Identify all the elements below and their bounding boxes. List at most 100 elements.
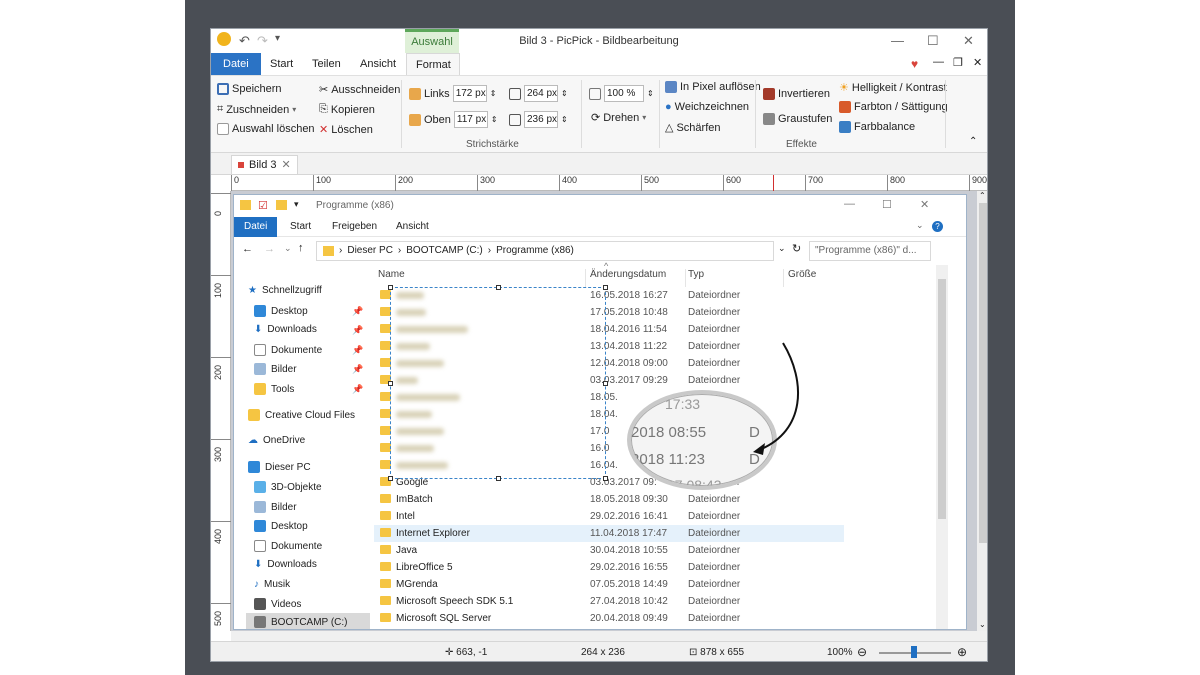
explorer-tab-ansicht: Ansicht: [396, 221, 429, 232]
crop-button[interactable]: ⌗ Zuschneiden ▾: [217, 103, 296, 116]
zoom-slider-thumb[interactable]: [911, 646, 917, 658]
ribbon-body: Speichern ⌗ Zuschneiden ▾ Auswahl löschen …: [211, 75, 987, 153]
canvas-vertical-scrollbar[interactable]: ⌃ ⌄: [977, 191, 987, 631]
explorer-search: "Programme (x86)" d...: [809, 241, 931, 261]
soften-button[interactable]: ● Weichzeichnen: [665, 101, 749, 113]
folder-icon: [276, 200, 287, 210]
hue-label: Farbton / Sättigung: [854, 101, 948, 113]
rotate-button[interactable]: ⟳ Drehen ▾: [591, 111, 646, 125]
canvas-horizontal-scrollbar[interactable]: [231, 631, 987, 641]
resize-handle[interactable]: [496, 285, 501, 290]
zoom-input[interactable]: 100 %: [604, 85, 644, 102]
resize-handle[interactable]: [603, 476, 608, 481]
explorer-scrollbar: [936, 265, 948, 629]
scroll-thumb[interactable]: [979, 203, 987, 543]
separator: [401, 80, 402, 148]
resize-handle[interactable]: [388, 476, 393, 481]
nav-label: Downloads: [267, 559, 317, 570]
resize-handle[interactable]: [388, 285, 393, 290]
delete-button[interactable]: ✕ Löschen: [319, 123, 373, 137]
doc-close-icon[interactable]: ✕: [973, 56, 982, 69]
width-input[interactable]: 264 px: [524, 85, 558, 102]
zoom-in-button[interactable]: ⊕: [957, 645, 967, 659]
tab-format[interactable]: Format: [406, 53, 460, 75]
folder-icon: [380, 562, 391, 571]
row-date: 29.02.2016 16:41: [590, 511, 668, 522]
row-type: Dateiordner: [688, 358, 741, 369]
ruler-label: 500: [213, 610, 223, 626]
tab-close-icon[interactable]: ✕: [282, 156, 291, 174]
hue-button[interactable]: Farbton / Sättigung: [839, 101, 948, 113]
rotate-dropdown-icon[interactable]: ▾: [642, 113, 646, 122]
row-date: 27.04.2018 10:42: [590, 596, 668, 607]
row-name: Microsoft Speech SDK 5.1: [396, 596, 514, 607]
zoom-out-button[interactable]: ⊖: [857, 645, 867, 659]
collapse-ribbon-icon[interactable]: ⌃: [969, 136, 977, 147]
left-input[interactable]: 172 px: [452, 85, 487, 102]
top-field: Oben 117 px ⇕: [409, 111, 498, 128]
horizontal-ruler: 0 100 200 300 400 500 600 700 800 900: [231, 175, 987, 191]
resize-handle[interactable]: [603, 381, 608, 386]
breadcrumb-item: Programme (x86): [496, 245, 574, 256]
scroll-up-icon[interactable]: ⌃: [979, 191, 986, 200]
grayscale-label: Graustufen: [778, 113, 833, 125]
tab-ansicht[interactable]: Ansicht: [351, 53, 405, 75]
resize-handle[interactable]: [496, 476, 501, 481]
pictures-icon: [254, 363, 266, 375]
folder-icon: [254, 383, 266, 395]
colorbalance-icon: [839, 121, 851, 133]
scroll-down-icon[interactable]: ⌄: [979, 620, 986, 629]
top-spinner-icon[interactable]: ⇕: [491, 115, 498, 124]
tab-start[interactable]: Start: [261, 53, 302, 75]
crop-dropdown-icon[interactable]: ▾: [292, 105, 296, 114]
row-type: Dateiordner: [688, 494, 741, 505]
grayscale-button[interactable]: Graustufen: [763, 113, 832, 125]
nav-item: Bilder: [254, 501, 297, 513]
explorer-ribbon-tabs: Datei Start Freigeben Ansicht ⌄ ?: [234, 217, 966, 237]
resize-handle[interactable]: [388, 381, 393, 386]
arrow-head-icon: [753, 443, 765, 455]
nav-item: Dokumente: [254, 540, 322, 552]
ruler-label-box: 300: [211, 439, 231, 469]
maximize-button[interactable]: ☐: [927, 33, 939, 49]
table-row: MGrenda 07.05.2018 14:49 Dateiordner: [374, 576, 844, 593]
cursor-ruler-marker: [773, 175, 774, 191]
document-tab[interactable]: Bild 3 ✕: [231, 155, 298, 174]
row-date: 20.04.2018 09:49: [590, 613, 668, 624]
copy-button[interactable]: ⎘ Kopieren: [319, 103, 375, 116]
pixelate-button[interactable]: In Pixel auflösen: [665, 81, 761, 93]
delete-selection-button[interactable]: Auswahl löschen: [217, 123, 315, 135]
height-input[interactable]: 236 px: [524, 111, 558, 128]
image-canvas[interactable]: ☑ ▾ Programme (x86) — ☐ ✕ Datei Start Fr…: [231, 191, 977, 631]
invert-button[interactable]: Invertieren: [763, 88, 830, 100]
selection-rectangle[interactable]: [388, 285, 608, 481]
folder-icon: [380, 596, 391, 605]
help-icon: ?: [932, 221, 943, 232]
save-icon: [217, 83, 229, 95]
close-button[interactable]: ✕: [963, 33, 974, 49]
top-input[interactable]: 117 px: [453, 111, 488, 128]
colorbalance-label: Farbbalance: [854, 121, 916, 133]
cut-button[interactable]: ✂ Ausschneiden: [319, 83, 400, 97]
save-button[interactable]: Speichern: [217, 83, 282, 95]
minimize-button[interactable]: —: [891, 33, 904, 48]
colorbalance-button[interactable]: Farbbalance: [839, 121, 915, 133]
minimize-icon: —: [844, 198, 855, 210]
resize-handle[interactable]: [603, 285, 608, 290]
brightness-button[interactable]: ☀ Helligkeit / Kontrast: [839, 81, 947, 95]
zoom-spinner-icon[interactable]: ⇕: [647, 89, 654, 98]
left-spinner-icon[interactable]: ⇕: [490, 89, 497, 98]
row-type: Dateiordner: [688, 511, 741, 522]
width-spinner-icon[interactable]: ⇕: [561, 89, 568, 98]
heart-icon[interactable]: ♥: [911, 57, 918, 71]
nav-label: Bilder: [271, 501, 297, 513]
tab-datei[interactable]: Datei: [211, 53, 261, 75]
nav-item: Tools: [254, 383, 294, 395]
delete-selection-label: Auswahl löschen: [232, 123, 315, 135]
restore-icon[interactable]: ❐: [953, 56, 963, 69]
sharpen-button[interactable]: △ Schärfen: [665, 121, 721, 135]
maximize-icon: ☐: [882, 199, 892, 211]
tab-teilen[interactable]: Teilen: [303, 53, 350, 75]
height-spinner-icon[interactable]: ⇕: [561, 115, 568, 124]
ribbon-minimize-icon[interactable]: —: [933, 56, 944, 68]
